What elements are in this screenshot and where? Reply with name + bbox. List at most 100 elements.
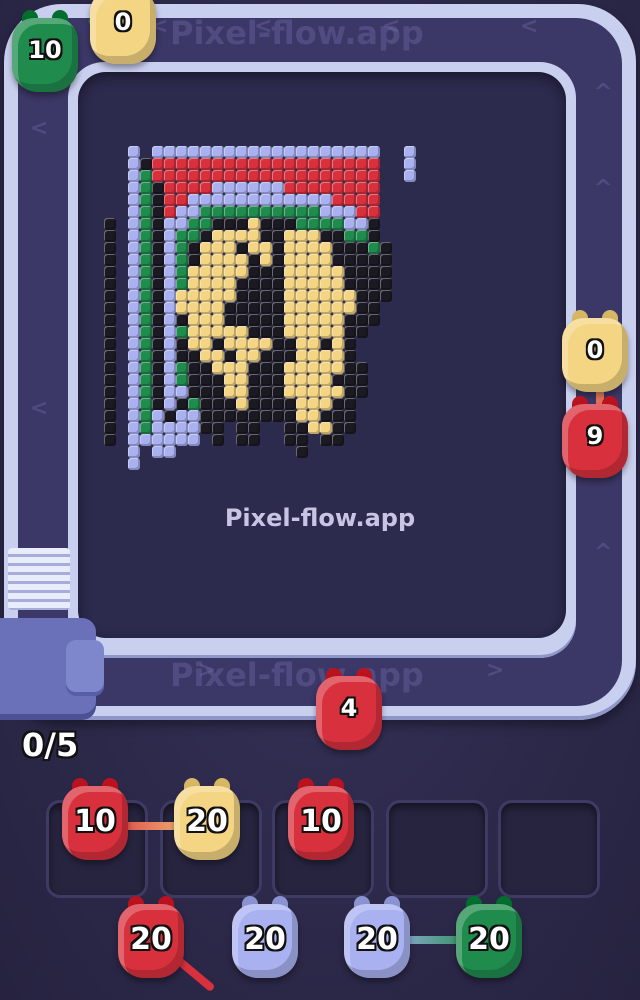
pixel-block bbox=[200, 242, 212, 254]
pixel-block bbox=[236, 422, 248, 434]
pixel-block bbox=[224, 374, 236, 386]
pixel-block bbox=[152, 350, 164, 362]
slot-pig[interactable]: 10 bbox=[58, 774, 132, 866]
pixel-block bbox=[284, 230, 296, 242]
pig-unit[interactable]: 0 bbox=[86, 0, 160, 70]
pixel-block bbox=[200, 374, 212, 386]
pixel-block bbox=[200, 410, 212, 422]
pixel-block bbox=[200, 158, 212, 170]
pixel-block bbox=[308, 374, 320, 386]
launch-pad[interactable] bbox=[0, 618, 104, 720]
pixel-block bbox=[104, 410, 116, 422]
pixel-block bbox=[344, 182, 356, 194]
pixel-block bbox=[140, 242, 152, 254]
pixel-block bbox=[296, 314, 308, 326]
pixel-block bbox=[176, 410, 188, 422]
chevron-left-icon: < bbox=[254, 14, 273, 39]
pixel-block bbox=[332, 230, 344, 242]
pig-count: 0 bbox=[586, 336, 604, 364]
holding-slot-5[interactable] bbox=[498, 800, 600, 898]
pixel-block bbox=[248, 434, 260, 446]
pixel-block bbox=[128, 326, 140, 338]
pixel-block bbox=[128, 194, 140, 206]
pixel-block bbox=[200, 278, 212, 290]
pixel-block bbox=[260, 218, 272, 230]
pig-unit[interactable]: 10 bbox=[8, 6, 82, 98]
pixel-block bbox=[320, 170, 332, 182]
pixel-block bbox=[152, 146, 164, 158]
pig-unit[interactable]: 4 bbox=[312, 664, 386, 756]
pixel-block bbox=[176, 422, 188, 434]
pixel-block bbox=[236, 410, 248, 422]
pixel-block bbox=[152, 290, 164, 302]
pixel-block bbox=[308, 410, 320, 422]
pixel-block bbox=[344, 338, 356, 350]
holding-slot-4[interactable] bbox=[386, 800, 488, 898]
pixel-block bbox=[152, 266, 164, 278]
pixel-block bbox=[344, 278, 356, 290]
pixel-block bbox=[248, 386, 260, 398]
pixel-block bbox=[356, 206, 368, 218]
pig-unit[interactable]: 9 bbox=[558, 392, 632, 484]
pixel-block bbox=[344, 326, 356, 338]
queue-pig[interactable]: 20 bbox=[114, 892, 188, 984]
pixel-block bbox=[368, 182, 380, 194]
pixel-block bbox=[176, 170, 188, 182]
pixel-block bbox=[380, 266, 392, 278]
pixel-block bbox=[104, 386, 116, 398]
pixel-block bbox=[296, 254, 308, 266]
pixel-block bbox=[356, 362, 368, 374]
pixel-block bbox=[224, 326, 236, 338]
pixel-block bbox=[200, 170, 212, 182]
pixel-block bbox=[260, 314, 272, 326]
pixel-block bbox=[164, 182, 176, 194]
pixel-block bbox=[164, 194, 176, 206]
pixel-block bbox=[176, 266, 188, 278]
pixel-block bbox=[104, 302, 116, 314]
pixel-block bbox=[320, 194, 332, 206]
pixel-block bbox=[200, 386, 212, 398]
pixel-block bbox=[332, 206, 344, 218]
pixel-block bbox=[152, 278, 164, 290]
queue-pig[interactable]: 20 bbox=[452, 892, 526, 984]
queue-pig[interactable]: 20 bbox=[340, 892, 414, 984]
pixel-block bbox=[104, 266, 116, 278]
pixel-block bbox=[176, 206, 188, 218]
pixel-block bbox=[308, 194, 320, 206]
queue-pig[interactable]: 20 bbox=[228, 892, 302, 984]
pixel-block bbox=[164, 218, 176, 230]
pixel-block bbox=[200, 326, 212, 338]
pixel-block bbox=[248, 254, 260, 266]
pixel-block bbox=[344, 314, 356, 326]
pixel-block bbox=[260, 170, 272, 182]
pixel-block bbox=[140, 398, 152, 410]
pixel-block bbox=[332, 326, 344, 338]
pixel-block bbox=[128, 146, 140, 158]
pixel-block bbox=[272, 170, 284, 182]
pixel-block bbox=[224, 182, 236, 194]
pixel-block bbox=[212, 434, 224, 446]
pixel-block bbox=[320, 362, 332, 374]
entry-gate bbox=[8, 548, 70, 610]
slot-pig[interactable]: 10 bbox=[284, 774, 358, 866]
pixel-block bbox=[344, 350, 356, 362]
pig-unit[interactable]: 0 bbox=[558, 306, 632, 398]
pixel-block bbox=[308, 146, 320, 158]
pixel-block bbox=[188, 206, 200, 218]
pixel-block bbox=[212, 194, 224, 206]
pixel-block bbox=[236, 146, 248, 158]
pixel-block bbox=[140, 194, 152, 206]
pixel-block bbox=[104, 398, 116, 410]
pixel-block bbox=[212, 386, 224, 398]
pixel-block bbox=[140, 278, 152, 290]
pixel-block bbox=[320, 278, 332, 290]
slot-pig[interactable]: 20 bbox=[170, 774, 244, 866]
pixel-block bbox=[332, 338, 344, 350]
pixel-block bbox=[356, 182, 368, 194]
pixel-block bbox=[152, 338, 164, 350]
pixel-block bbox=[260, 338, 272, 350]
pixel-block bbox=[296, 410, 308, 422]
pixel-block bbox=[236, 398, 248, 410]
pixel-block bbox=[332, 182, 344, 194]
pixel-block bbox=[140, 386, 152, 398]
